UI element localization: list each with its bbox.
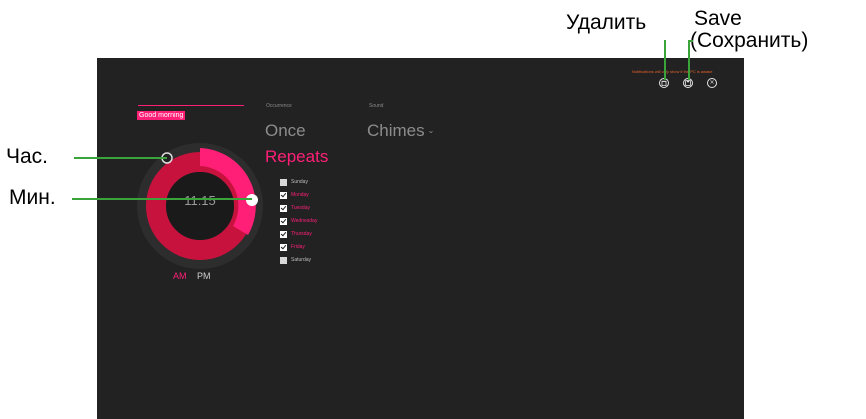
day-checkbox[interactable] [280, 178, 287, 186]
sound-label: Sound [369, 103, 384, 109]
callout-minute: Мин. [9, 186, 56, 209]
day-row-6[interactable]: Saturday [280, 256, 311, 264]
close-icon: × [709, 79, 715, 86]
day-label: Monday [291, 192, 309, 198]
close-button[interactable]: × [707, 78, 717, 88]
occurrence-once[interactable]: Once [265, 122, 306, 139]
notification-notice: Notifications will only show if the PC i… [632, 69, 713, 74]
day-checkbox[interactable] [280, 256, 287, 264]
alarm-edit-screen: Good morning 11:15 AM PM Occurrence Once… [97, 58, 744, 419]
trash-icon [661, 80, 667, 87]
day-checkbox[interactable] [280, 191, 287, 199]
callout-line-save [688, 40, 690, 80]
day-checkbox[interactable] [280, 243, 287, 251]
day-label: Saturday [291, 257, 312, 263]
alarm-name-field[interactable]: Good morning [137, 111, 186, 120]
stage: Good morning 11:15 AM PM Occurrence Once… [0, 0, 866, 419]
time-display: 11:15 [184, 193, 216, 208]
pm-toggle[interactable]: PM [197, 271, 211, 281]
day-label: Thursday [291, 231, 312, 237]
day-row-0[interactable]: Sunday [280, 178, 308, 186]
callout-hour: Час. [6, 145, 49, 168]
chevron-down-icon: ⌄ [427, 126, 435, 135]
callout-save-line2: (Сохранить) [690, 29, 809, 52]
day-checkbox[interactable] [280, 217, 287, 225]
callout-line-save-hook [688, 40, 693, 42]
am-toggle[interactable]: AM [173, 271, 187, 281]
sound-dropdown[interactable]: Chimes ⌄ [367, 122, 434, 139]
minute-handle[interactable] [246, 194, 258, 206]
day-label: Tuesday [291, 205, 310, 211]
day-row-1[interactable]: Monday [280, 191, 309, 199]
occurrence-label: Occurrence [266, 103, 292, 109]
callout-line-hour [74, 157, 167, 159]
day-label: Friday [291, 244, 305, 250]
day-row-3[interactable]: Wednesday [280, 217, 317, 225]
day-row-5[interactable]: Friday [280, 243, 305, 251]
occurrence-repeats[interactable]: Repeats [265, 148, 328, 165]
alarm-name-value: Good morning [139, 112, 184, 119]
day-label: Wednesday [291, 218, 318, 224]
alarm-name-underline [138, 105, 244, 106]
day-label: Sunday [291, 179, 308, 185]
day-checkbox[interactable] [280, 204, 287, 212]
day-checkbox[interactable] [280, 230, 287, 238]
day-row-2[interactable]: Tuesday [280, 204, 310, 212]
save-icon [685, 80, 691, 86]
callout-save-line1: Save [694, 7, 742, 30]
sound-value: Chimes [367, 121, 425, 140]
callout-delete: Удалить [566, 11, 647, 34]
callout-line-minute [72, 198, 252, 200]
day-row-4[interactable]: Thursday [280, 230, 312, 238]
callout-line-delete [664, 40, 666, 80]
